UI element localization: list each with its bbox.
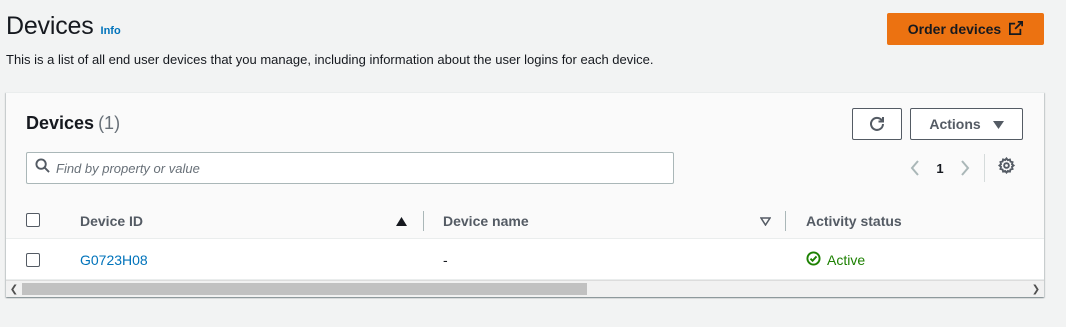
next-page-button[interactable]: [954, 153, 976, 183]
column-divider[interactable]: [785, 211, 786, 231]
sort-ascending-icon: [396, 213, 407, 229]
previous-page-button[interactable]: [904, 153, 926, 183]
page-title: Devices: [6, 12, 94, 40]
column-divider[interactable]: [423, 211, 424, 231]
search-input[interactable]: [56, 154, 673, 182]
actions-label: Actions: [929, 116, 981, 132]
table-header: Devices (1) Actions Find by property or …: [6, 93, 1044, 208]
gear-icon: [997, 156, 1015, 179]
order-devices-button[interactable]: Order devices: [887, 13, 1044, 45]
scroll-thumb[interactable]: [22, 283, 587, 295]
sort-unsorted-icon: [759, 213, 772, 229]
column-device-id-label: Device ID: [80, 212, 144, 229]
table-row: G0723H08 - Active: [6, 240, 1044, 280]
horizontal-scrollbar[interactable]: ❮ ❯: [6, 280, 1044, 297]
row-checkbox[interactable]: [26, 253, 40, 267]
column-header-device-id[interactable]: Device ID: [80, 202, 420, 239]
order-devices-label: Order devices: [907, 21, 1002, 37]
select-all-checkbox[interactable]: [26, 213, 40, 227]
scroll-left-icon[interactable]: ❮: [6, 281, 22, 297]
page-description: This is a list of all end user devices t…: [6, 52, 654, 67]
devices-table-container: Devices (1) Actions Find by property or …: [6, 92, 1044, 297]
refresh-icon: [869, 115, 885, 134]
pager-divider: [984, 154, 985, 182]
device-id-link[interactable]: G0723H08: [80, 252, 148, 268]
pagination: 1: [904, 153, 1021, 183]
table-title: Devices (1): [26, 113, 120, 134]
column-header-activity-status[interactable]: Activity status: [806, 202, 1026, 239]
scroll-right-icon[interactable]: ❯: [1028, 281, 1044, 297]
column-activity-status-label: Activity status: [806, 212, 902, 229]
preferences-button[interactable]: [991, 153, 1021, 183]
page-number[interactable]: 1: [926, 161, 954, 176]
status-success-icon: [806, 251, 821, 269]
column-device-name-label: Device name: [443, 212, 529, 229]
cell-activity-status: Active: [806, 240, 865, 280]
cell-device-id: G0723H08: [80, 240, 148, 280]
external-link-icon: [1009, 20, 1024, 38]
info-link[interactable]: Info: [101, 25, 121, 37]
table-count: (1): [98, 113, 121, 133]
search-box: [26, 152, 674, 184]
page-header: Devices Info This is a list of all end u…: [6, 12, 1056, 72]
refresh-button[interactable]: [852, 108, 902, 140]
cell-device-name: -: [443, 240, 448, 280]
table-title-text: Devices: [26, 113, 95, 133]
column-header-device-name[interactable]: Device name: [443, 202, 773, 239]
table-header-row: Device ID Device name Activity status: [6, 202, 1044, 239]
search-icon: [35, 158, 50, 178]
caret-down-icon: [992, 116, 1004, 132]
actions-dropdown[interactable]: Actions: [910, 108, 1023, 140]
status-indicator: Active: [806, 251, 865, 269]
device-name-value: -: [443, 252, 448, 268]
status-label: Active: [827, 252, 866, 268]
